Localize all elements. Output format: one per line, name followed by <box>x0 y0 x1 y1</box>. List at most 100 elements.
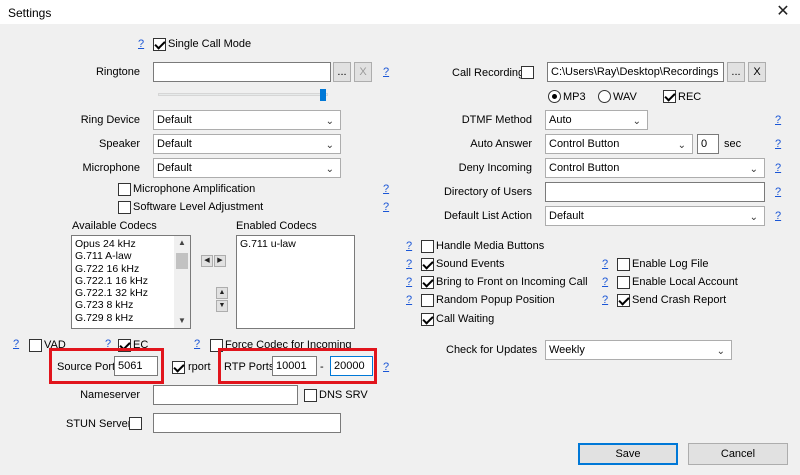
sound-events-checkbox[interactable] <box>421 258 434 271</box>
send-crash-report-label: Send Crash Report <box>632 294 727 306</box>
mic-amplification-label: Microphone Amplification <box>133 183 256 195</box>
move-left-icon[interactable]: ◀ <box>201 255 213 267</box>
directory-of-users-input[interactable] <box>545 182 765 202</box>
codec-item[interactable]: G.722 16 kHz <box>72 263 190 275</box>
help-link-rtp-ports[interactable]: ? <box>383 359 389 375</box>
auto-answer-select[interactable]: Control Button ⌄ <box>545 134 693 154</box>
random-popup-checkbox[interactable] <box>421 294 434 307</box>
help-link-auto-answer[interactable]: ? <box>775 136 781 152</box>
enabled-codecs-list[interactable]: G.711 u-law <box>236 235 355 329</box>
enable-local-account-checkbox[interactable] <box>617 276 630 289</box>
stun-server-label: STUN Server <box>66 418 132 430</box>
vad-checkbox[interactable] <box>29 339 42 352</box>
save-button[interactable]: Save <box>578 443 678 465</box>
help-link-directory[interactable]: ? <box>775 184 781 200</box>
deny-incoming-select[interactable]: Control Button ⌄ <box>545 158 765 178</box>
stun-server-input[interactable] <box>153 413 341 433</box>
help-link-handle-media[interactable]: ? <box>406 238 412 254</box>
help-link-deny-incoming[interactable]: ? <box>775 160 781 176</box>
speaker-select[interactable]: Default ⌄ <box>153 134 341 154</box>
check-for-updates-label: Check for Updates <box>446 344 538 356</box>
default-list-action-select[interactable]: Default ⌄ <box>545 206 765 226</box>
chevron-down-icon: ⌄ <box>749 212 758 223</box>
close-icon[interactable]: ✕ <box>770 1 796 23</box>
ringtone-browse-button[interactable]: ... <box>333 62 351 82</box>
handle-media-buttons-checkbox[interactable] <box>421 240 434 253</box>
help-link-random-popup[interactable]: ? <box>406 292 412 308</box>
codec-item[interactable]: G.722.1 32 kHz <box>72 287 190 299</box>
codec-item[interactable]: G.723 8 kHz <box>72 299 190 311</box>
nameserver-input[interactable] <box>153 385 298 405</box>
rtp-port-from-input[interactable]: 10001 <box>272 356 317 376</box>
check-for-updates-select[interactable]: Weekly ⌄ <box>545 340 732 360</box>
help-link-local-account[interactable]: ? <box>602 274 608 290</box>
stun-server-checkbox[interactable] <box>129 417 142 430</box>
ringtone-input[interactable] <box>153 62 331 82</box>
enabled-codec-item[interactable]: G.711 u-law <box>237 238 354 250</box>
recording-browse-button[interactable]: ... <box>727 62 745 82</box>
mp3-radio[interactable] <box>548 90 561 103</box>
help-link-bring-to-front[interactable]: ? <box>406 274 412 290</box>
rtp-port-to-input[interactable]: 20000 <box>330 356 373 376</box>
title-bar <box>0 0 800 24</box>
mic-amplification-checkbox[interactable] <box>118 183 131 196</box>
chevron-down-icon: ⌄ <box>325 116 334 127</box>
move-right-icon[interactable]: ▶ <box>214 255 226 267</box>
help-link-log-file[interactable]: ? <box>602 256 608 272</box>
source-port-input[interactable]: 5061 <box>114 356 158 376</box>
dtmf-method-select[interactable]: Auto ⌄ <box>545 110 648 130</box>
ringtone-volume-thumb[interactable] <box>320 89 326 101</box>
recording-path-input[interactable]: C:\Users\Ray\Desktop\Recordings <box>547 62 724 82</box>
rec-checkbox[interactable] <box>663 90 676 103</box>
bring-to-front-checkbox[interactable] <box>421 276 434 289</box>
cancel-button[interactable]: Cancel <box>688 443 788 465</box>
rport-checkbox[interactable] <box>172 361 185 374</box>
scroll-thumb[interactable] <box>176 253 188 269</box>
help-link-mic-amplification[interactable]: ? <box>383 181 389 197</box>
enable-log-file-checkbox[interactable] <box>617 258 630 271</box>
help-link-single-call[interactable]: ? <box>138 36 144 52</box>
software-level-checkbox[interactable] <box>118 201 131 214</box>
dns-srv-checkbox[interactable] <box>304 389 317 402</box>
help-link-default-list[interactable]: ? <box>775 208 781 224</box>
recording-clear-button[interactable]: X <box>748 62 766 82</box>
help-link-software-level[interactable]: ? <box>383 199 389 215</box>
move-up-icon[interactable]: ▲ <box>216 287 228 299</box>
codec-item[interactable]: G.711 A-law <box>72 250 190 262</box>
single-call-mode-label: Single Call Mode <box>168 38 252 50</box>
help-link-crash-report[interactable]: ? <box>602 292 608 308</box>
help-link-sound-events[interactable]: ? <box>406 256 412 272</box>
ring-device-value: Default <box>157 114 192 126</box>
call-waiting-label: Call Waiting <box>436 313 495 325</box>
send-crash-report-checkbox[interactable] <box>617 294 630 307</box>
codec-item[interactable]: Opus 24 kHz <box>72 238 190 250</box>
ringtone-volume-track[interactable] <box>158 93 328 96</box>
help-link-dtmf[interactable]: ? <box>775 112 781 128</box>
ring-device-select[interactable]: Default ⌄ <box>153 110 341 130</box>
call-waiting-checkbox[interactable] <box>421 313 434 326</box>
source-port-label: Source Port <box>57 361 116 373</box>
codec-item[interactable]: G.722.1 16 kHz <box>72 275 190 287</box>
codec-item[interactable]: G.729 8 kHz <box>72 312 190 324</box>
help-link-ringtone[interactable]: ? <box>383 64 389 80</box>
default-list-action-value: Default <box>549 210 584 222</box>
ringtone-clear-button[interactable]: X <box>354 62 372 82</box>
microphone-label: Microphone <box>82 162 140 174</box>
available-codecs-list[interactable]: Opus 24 kHz G.711 A-law G.722 16 kHz G.7… <box>71 235 191 329</box>
auto-answer-seconds-input[interactable]: 0 <box>697 134 719 154</box>
move-down-icon[interactable]: ▼ <box>216 300 228 312</box>
help-link-vad[interactable]: ? <box>13 336 19 352</box>
single-call-mode-checkbox[interactable] <box>153 38 166 51</box>
chevron-down-icon: ⌄ <box>325 140 334 151</box>
help-link-force-codec[interactable]: ? <box>194 336 200 352</box>
microphone-select[interactable]: Default ⌄ <box>153 158 341 178</box>
rport-label: rport <box>188 361 211 373</box>
default-list-action-label: Default List Action <box>443 210 532 222</box>
scroll-down-icon[interactable]: ▼ <box>174 314 190 328</box>
scroll-up-icon[interactable]: ▲ <box>174 236 190 250</box>
call-recording-checkbox[interactable] <box>521 66 534 79</box>
codecs-scrollbar[interactable]: ▲ ▼ <box>174 236 190 328</box>
rtp-ports-label: RTP Ports <box>224 361 275 373</box>
speaker-value: Default <box>157 138 192 150</box>
wav-radio[interactable] <box>598 90 611 103</box>
